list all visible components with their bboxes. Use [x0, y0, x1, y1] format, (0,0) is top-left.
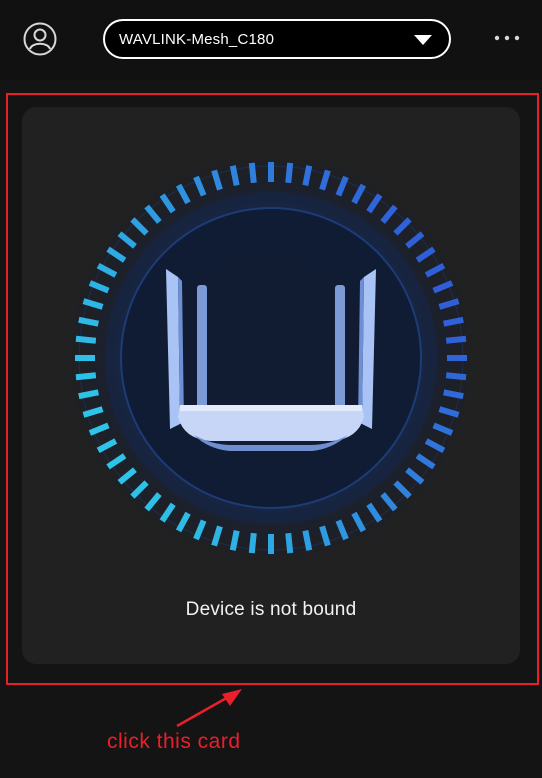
- signal-tick: [229, 165, 240, 186]
- router-illustration: [63, 150, 479, 566]
- account-button[interactable]: [23, 22, 57, 56]
- signal-tick: [248, 532, 257, 554]
- device-status-text: Device is not bound: [185, 599, 357, 620]
- top-bar: WAVLINK-Mesh_C180: [0, 0, 542, 80]
- device-selector[interactable]: WAVLINK-Mesh_C180: [103, 19, 451, 59]
- signal-tick: [285, 532, 294, 554]
- more-options-button[interactable]: [492, 30, 522, 46]
- signal-tick: [75, 335, 97, 344]
- signal-tick: [302, 530, 313, 551]
- signal-tick: [78, 316, 99, 327]
- annotation-arrow: [176, 689, 242, 728]
- signal-tick: [443, 316, 464, 327]
- device-card[interactable]: Device is not bound: [22, 107, 520, 664]
- device-name: WAVLINK-Mesh_C180: [119, 31, 275, 48]
- user-circle-icon: [23, 22, 57, 56]
- more-horizontal-icon: [494, 35, 520, 41]
- signal-tick: [443, 389, 464, 400]
- signal-tick: [248, 162, 257, 184]
- signal-tick: [302, 165, 313, 186]
- signal-tick: [445, 372, 467, 381]
- annotation-text: click this card: [107, 730, 241, 753]
- signal-tick: [445, 335, 467, 344]
- signal-tick: [75, 372, 97, 381]
- signal-tick: [78, 389, 99, 400]
- signal-tick: [229, 530, 240, 551]
- signal-tick: [285, 162, 294, 184]
- triangle-down-icon: [414, 35, 432, 45]
